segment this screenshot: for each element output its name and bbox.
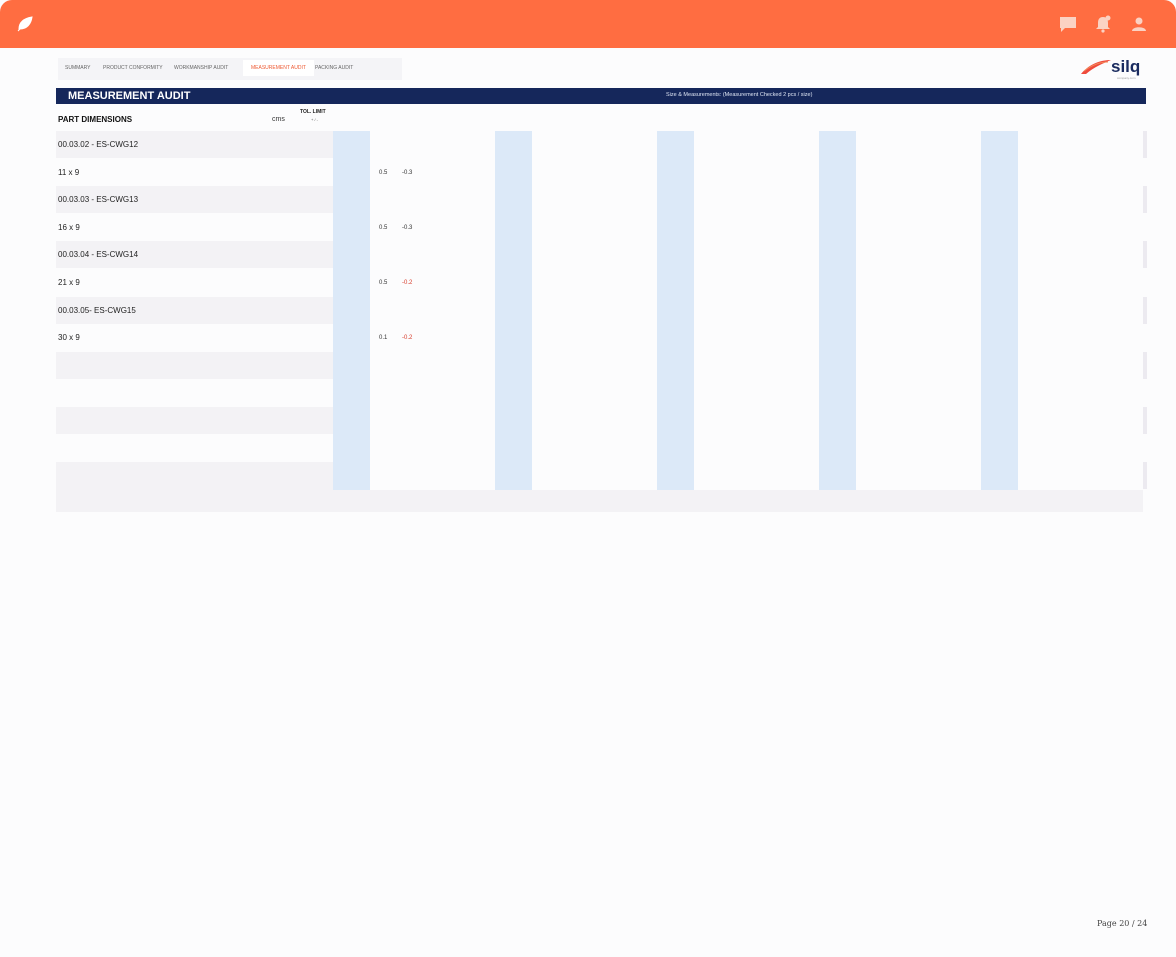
- tol-plus-value: 0.5: [379, 170, 388, 176]
- tol-minus-value: -0.3: [402, 225, 413, 231]
- tol-minus-value: -0.3: [402, 170, 413, 176]
- row-edge: [1143, 462, 1147, 489]
- measurement-column: [495, 131, 532, 490]
- measurement-column: [981, 131, 1018, 490]
- brand-logo: silq company.com: [1080, 56, 1146, 82]
- tol-plus-value: 0.5: [379, 280, 388, 286]
- user-icon[interactable]: [1130, 15, 1148, 33]
- table-row: [56, 435, 333, 462]
- table-row: 21 x 9: [56, 269, 333, 296]
- row-edge: [1143, 407, 1147, 434]
- brand-name: silq: [1111, 57, 1141, 76]
- table-row: [56, 407, 333, 434]
- tab-measurement-audit[interactable]: MEASUREMENT AUDIT: [243, 60, 314, 76]
- table-row: 00.03.03 - ES-CWG13: [56, 186, 333, 213]
- tol-limit-header: TOL. LIMIT: [300, 109, 326, 115]
- table-row: 16 x 9: [56, 214, 333, 241]
- row-edge: [1143, 352, 1147, 379]
- row-label: 30 x 9: [58, 333, 80, 342]
- tab-summary[interactable]: SUMMARY: [65, 65, 90, 71]
- table-row: 00.03.02 - ES-CWG12: [56, 131, 333, 158]
- table-footer-band: [56, 490, 1143, 512]
- row-edge: [1143, 297, 1147, 324]
- row-label: 16 x 9: [58, 223, 80, 232]
- tol-plus-value: 0.5: [379, 225, 388, 231]
- table-row: 11 x 9: [56, 159, 333, 186]
- brand-tagline: company.com: [1117, 76, 1136, 80]
- swoosh-icon: [1081, 60, 1111, 74]
- table-row: [56, 352, 333, 379]
- measurement-column: [333, 131, 370, 490]
- table-row: 30 x 9: [56, 324, 333, 351]
- table-row: [56, 380, 333, 407]
- tol-plus-value: 0.1: [379, 335, 388, 341]
- part-dimensions-header: PART DIMENSIONS: [58, 115, 133, 124]
- notification-bell-icon[interactable]: [1094, 15, 1112, 33]
- tol-minus-value: -0.2: [402, 280, 413, 286]
- page-title: MEASUREMENT AUDIT: [68, 90, 191, 102]
- chat-icon[interactable]: [1059, 15, 1077, 33]
- tol-minus-value: -0.2: [402, 335, 413, 341]
- tab-packing-audit[interactable]: PACKING AUDIT: [315, 65, 353, 71]
- row-label: 00.03.02 - ES-CWG12: [58, 140, 139, 149]
- leaf-logo-icon[interactable]: [16, 15, 34, 33]
- tab-workmanship-audit[interactable]: WORKMANSHIP AUDIT: [174, 65, 228, 71]
- row-edge: [1143, 241, 1147, 268]
- unit-header: cms: [272, 116, 285, 123]
- row-label: 11 x 9: [58, 168, 80, 177]
- top-app-bar: [0, 0, 1176, 48]
- row-edge: [1143, 186, 1147, 213]
- row-edge: [1143, 131, 1147, 158]
- table-row: 00.03.05- ES-CWG15: [56, 297, 333, 324]
- tab-product-conformity[interactable]: PRODUCT CONFORMITY: [103, 65, 163, 71]
- report-tabs: SUMMARY PRODUCT CONFORMITY WORKMANSHIP A…: [58, 58, 402, 80]
- measurement-column: [657, 131, 694, 490]
- section-title-bar: MEASUREMENT AUDIT Size & Measurements: (…: [56, 88, 1146, 104]
- row-label: 00.03.05- ES-CWG15: [58, 306, 136, 315]
- row-label: 00.03.03 - ES-CWG13: [58, 195, 139, 204]
- page-number: Page 20 / 24: [1097, 919, 1148, 928]
- measurement-column: [819, 131, 856, 490]
- row-label: 00.03.04 - ES-CWG14: [58, 250, 139, 259]
- table-row: 00.03.04 - ES-CWG14: [56, 241, 333, 268]
- tol-sign-header: + / -: [311, 117, 319, 122]
- row-label: 21 x 9: [58, 278, 80, 287]
- section-subtitle: Size & Measurements: (Measurement Checke…: [666, 92, 813, 98]
